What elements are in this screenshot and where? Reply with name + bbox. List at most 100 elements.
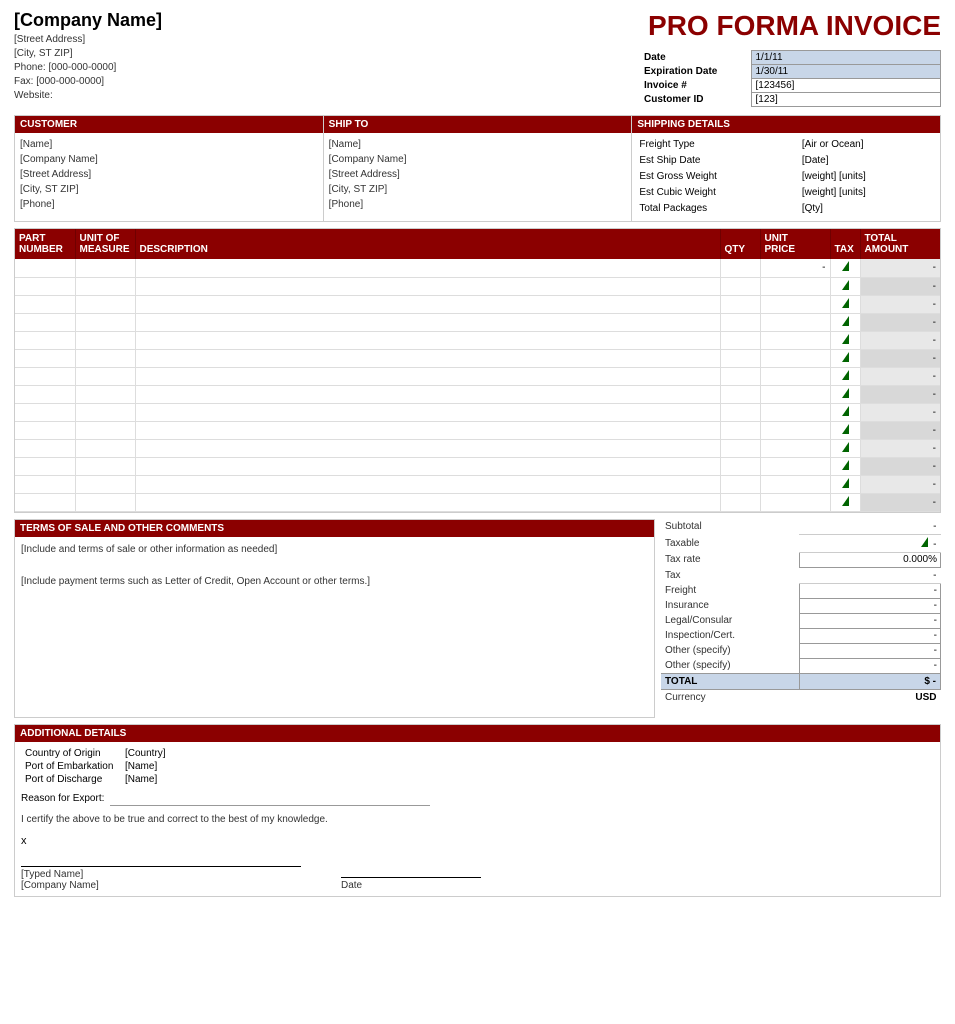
table-row[interactable]: - <box>15 493 940 511</box>
customer-phone: [Phone] <box>20 197 318 212</box>
reason-input[interactable] <box>110 792 430 806</box>
tax-check-icon <box>842 280 849 290</box>
th-unit-of-measure: UNIT OFMEASURE <box>75 229 135 259</box>
tax-check-icon <box>842 298 849 308</box>
other1-label: Other (specify) <box>661 643 799 658</box>
table-row[interactable]: - <box>15 475 940 493</box>
insurance-value[interactable]: - <box>799 598 940 613</box>
est-cubic-weight-value: [weight] [units] <box>800 185 935 201</box>
tax-check-icon <box>842 334 849 344</box>
customer-name: [Name] <box>20 137 318 152</box>
tax-check-icon <box>842 460 849 470</box>
country-value: [Country] <box>121 747 221 760</box>
table-row[interactable]: - <box>15 403 940 421</box>
freight-type-label: Freight Type <box>637 137 799 153</box>
street-address: [Street Address] <box>14 33 641 47</box>
taxable-check-icon <box>921 537 928 547</box>
table-row[interactable]: - <box>15 421 940 439</box>
invoice-num-value[interactable]: [123456] <box>751 79 941 93</box>
ship-to-col: SHIP TO [Name] [Company Name] [Street Ad… <box>324 116 633 221</box>
ship-to-header: SHIP TO <box>324 116 632 133</box>
th-total-amount: TOTAL AMOUNT <box>860 229 940 259</box>
typed-name: [Typed Name] <box>21 869 301 880</box>
table-row[interactable]: - <box>15 277 940 295</box>
port-discharge-value: [Name] <box>121 773 221 786</box>
tax-check-icon <box>842 442 849 452</box>
ship-to-company: [Company Name] <box>329 152 627 167</box>
expiration-label: Expiration Date <box>641 65 751 79</box>
est-gross-weight-value: [weight] [units] <box>800 169 935 185</box>
other1-value[interactable]: - <box>799 643 940 658</box>
subtotal-label: Subtotal <box>661 519 799 535</box>
est-cubic-weight-label: Est Cubic Weight <box>637 185 799 201</box>
tax-check-icon <box>842 478 849 488</box>
subtotal-value: - <box>799 519 940 535</box>
inspection-value[interactable]: - <box>799 628 940 643</box>
customer-city: [City, ST ZIP] <box>20 182 318 197</box>
tax-check-icon <box>842 261 849 271</box>
date-sig-label: Date <box>341 880 481 891</box>
port-embark-value: [Name] <box>121 760 221 773</box>
customer-id-value[interactable]: [123] <box>751 93 941 107</box>
th-qty: QTY <box>720 229 760 259</box>
est-ship-date-label: Est Ship Date <box>637 153 799 169</box>
totals-block: Subtotal - Taxable - Tax rate 0.000% Tax… <box>661 519 941 706</box>
taxable-value: - <box>799 534 940 552</box>
table-row[interactable]: - <box>15 367 940 385</box>
additional-header: ADDITIONAL DETAILS <box>15 725 940 742</box>
table-row[interactable]: - <box>15 313 940 331</box>
table-row[interactable]: - <box>15 349 940 367</box>
other2-value[interactable]: - <box>799 658 940 674</box>
invoice-num-label: Invoice # <box>641 79 751 93</box>
invoice-title: PRO FORMA INVOICE <box>648 10 941 42</box>
reason-label: Reason for Export: <box>21 793 104 804</box>
table-row[interactable]: - <box>15 385 940 403</box>
tax-rate-label: Tax rate <box>661 552 799 567</box>
total-packages-label: Total Packages <box>637 201 799 217</box>
currency-value: USD <box>799 690 940 706</box>
expiration-value[interactable]: 1/30/11 <box>751 65 941 79</box>
tax-label: Tax <box>661 567 799 583</box>
shipping-details-col: SHIPPING DETAILS Freight Type [Air or Oc… <box>632 116 940 221</box>
table-row[interactable]: -- <box>15 259 940 277</box>
signature-line <box>21 849 301 867</box>
sig-company-name: [Company Name] <box>21 880 301 891</box>
terms-header: TERMS OF SALE AND OTHER COMMENTS <box>15 520 654 537</box>
company-name: [Company Name] <box>14 10 641 31</box>
website: Website: <box>14 89 641 103</box>
date-value[interactable]: 1/1/11 <box>751 51 941 65</box>
terms-line1: [Include and terms of sale or other info… <box>21 542 648 558</box>
th-description: DESCRIPTION <box>135 229 720 259</box>
total-packages-value: [Qty] <box>800 201 935 217</box>
freight-value[interactable]: - <box>799 583 940 598</box>
port-discharge-label: Port of Discharge <box>21 773 121 786</box>
tax-rate-value[interactable]: 0.000% <box>799 552 940 567</box>
items-table: PARTNUMBER UNIT OFMEASURE DESCRIPTION QT… <box>15 229 940 512</box>
signature-section: x [Typed Name] [Company Name] Date <box>21 835 934 891</box>
customer-header: CUSTOMER <box>15 116 323 133</box>
freight-type-value: [Air or Ocean] <box>800 137 935 153</box>
tax-check-icon <box>842 406 849 416</box>
table-row[interactable]: - <box>15 439 940 457</box>
total-label: TOTAL <box>661 674 799 690</box>
table-row[interactable]: - <box>15 457 940 475</box>
est-gross-weight-label: Est Gross Weight <box>637 169 799 185</box>
date-block: Date 1/1/11 Expiration Date 1/30/11 Invo… <box>641 50 941 107</box>
currency-label: Currency <box>661 690 799 706</box>
terms-section: TERMS OF SALE AND OTHER COMMENTS [Includ… <box>14 519 655 718</box>
th-part-number: PARTNUMBER <box>15 229 75 259</box>
ship-to-city: [City, ST ZIP] <box>329 182 627 197</box>
th-tax: TAX <box>830 229 860 259</box>
bottom-section: TERMS OF SALE AND OTHER COMMENTS [Includ… <box>14 519 941 718</box>
top-right: PRO FORMA INVOICE Date 1/1/11 Expiration… <box>641 10 941 107</box>
port-embark-label: Port of Embarkation <box>21 760 121 773</box>
customer-company: [Company Name] <box>20 152 318 167</box>
taxable-label: Taxable <box>661 534 799 552</box>
date-label: Date <box>641 51 751 65</box>
header: [Company Name] [Street Address] [City, S… <box>14 10 941 107</box>
legal-value[interactable]: - <box>799 613 940 628</box>
table-row[interactable]: - <box>15 331 940 349</box>
table-row[interactable]: - <box>15 295 940 313</box>
tax-check-icon <box>842 496 849 506</box>
tax-value: - <box>799 567 940 583</box>
